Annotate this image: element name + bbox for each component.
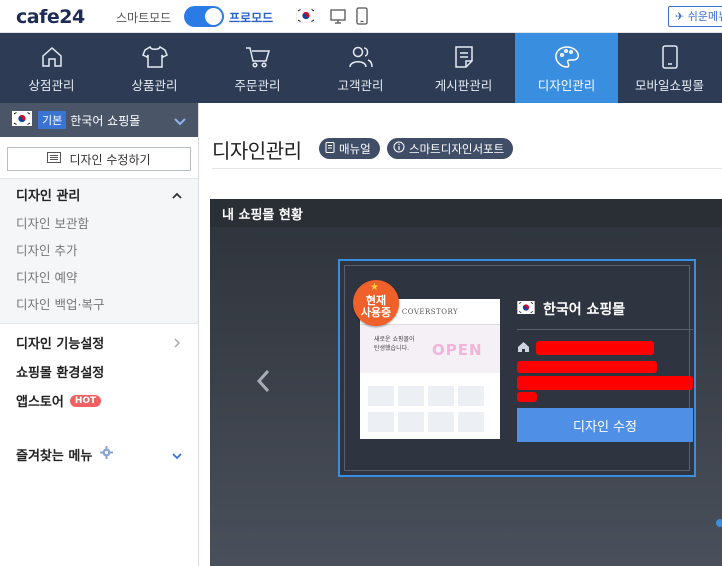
edit-icon: [47, 152, 62, 166]
design-modify-button[interactable]: 디자인 수정: [517, 408, 693, 442]
thumbnail-line-2: 탄생했습니다.: [374, 345, 410, 352]
toggle-knob: [205, 8, 222, 25]
nav-design[interactable]: 디자인관리: [515, 33, 618, 103]
cafe24-logo[interactable]: cafe24: [16, 6, 85, 28]
support-label: 스마트디자인서포트: [409, 141, 505, 156]
chevron-left-icon[interactable]: [256, 369, 270, 397]
gear-icon[interactable]: [100, 445, 114, 463]
sidebar: 기본 한국어 쇼핑몰 디자인 수정하기 디자인 관리 디자인 보관함 디자인 추…: [0, 103, 199, 566]
nav-products[interactable]: 상품관리: [103, 33, 206, 103]
nav-label: 상품관리: [131, 78, 178, 93]
nav-label: 디자인관리: [537, 78, 596, 93]
menu-shop-settings[interactable]: 쇼핑몰 환경설정: [0, 357, 198, 386]
nav-label: 게시판관리: [434, 78, 493, 93]
easy-menu-label: 쉬운메뉴: [687, 10, 722, 23]
current-design-card[interactable]: COVERSTORY 새로운 쇼핑몰이 탄생했습니다. OPEN ★ 현재 사용…: [338, 259, 696, 477]
hot-badge: HOT: [69, 394, 102, 407]
menu-design-reserve[interactable]: 디자인 예약: [0, 263, 198, 290]
nav-customers[interactable]: 고객관리: [309, 33, 412, 103]
card-inner: COVERSTORY 새로운 쇼핑몰이 탄생했습니다. OPEN ★ 현재 사용…: [344, 265, 693, 471]
manual-label: 매뉴얼: [339, 141, 371, 156]
smart-mode-label[interactable]: 스마트모드: [116, 9, 171, 26]
manual-button[interactable]: 매뉴얼: [319, 138, 380, 159]
nav-orders[interactable]: 주문관리: [206, 33, 309, 103]
title-divider: [212, 168, 722, 169]
book-icon: [325, 141, 335, 156]
shop-name: 한국어 쇼핑몰: [70, 113, 141, 128]
menu-app-store[interactable]: 앱스토어 HOT: [0, 386, 198, 415]
thumbnail-banner: 새로운 쇼핑몰이 탄생했습니다. OPEN: [360, 325, 500, 373]
redacted-address: [517, 361, 693, 402]
mobile-view-icon[interactable]: [356, 7, 368, 29]
thumbnail-product-grid: [366, 383, 494, 435]
star-icon: ★: [370, 282, 379, 293]
menu-design-backup[interactable]: 디자인 백업·복구: [0, 290, 198, 317]
board-icon: [453, 45, 475, 69]
thumbnail-line-1: 새로운 쇼핑몰이: [374, 336, 415, 343]
nav-store[interactable]: 상점관리: [0, 33, 103, 103]
users-icon: [348, 45, 374, 69]
chevron-down-icon: [172, 449, 182, 464]
favorites-label: 즐겨찾는 메뉴: [16, 448, 93, 464]
design-manage-heading[interactable]: 디자인 관리: [0, 179, 198, 209]
info-divider: [517, 329, 693, 330]
content-area: 디자인관리 매뉴얼 스마트디자인서포트 내 쇼핑몰 현황 COVERSTORY …: [200, 103, 722, 566]
shirt-icon: [141, 45, 168, 69]
design-menu-section: 디자인 관리 디자인 보관함 디자인 추가 디자인 예약 디자인 백업·복구: [0, 178, 198, 324]
menu-label: 쇼핑몰 환경설정: [16, 366, 105, 381]
palette-icon: [554, 45, 580, 69]
nav-label: 상점관리: [28, 78, 75, 93]
my-shop-status-panel: 내 쇼핑몰 현황 COVERSTORY 새로운 쇼핑몰이 탄생했습니다. OPE…: [210, 199, 722, 566]
nav-label: 주문관리: [234, 78, 281, 93]
menu-design-add[interactable]: 디자인 추가: [0, 236, 198, 263]
pc-view-icon[interactable]: [330, 9, 346, 28]
nav-label: 모바일쇼핑몰: [634, 78, 704, 93]
design-manage-label: 디자인 관리: [16, 188, 81, 204]
default-badge: 기본: [38, 111, 67, 129]
korea-flag-icon: [517, 300, 535, 318]
smart-design-support-button[interactable]: 스마트디자인서포트: [387, 138, 514, 159]
chevron-down-icon: [174, 115, 186, 129]
shop-selector[interactable]: 기본 한국어 쇼핑몰: [0, 103, 198, 137]
favorites-menu[interactable]: 즐겨찾는 메뉴: [0, 439, 198, 469]
top-bar: cafe24 스마트모드 프로모드 ✈ 쉬운메뉴: [0, 0, 722, 33]
card-shop-name: 한국어 쇼핑몰: [517, 299, 693, 319]
currently-used-badge: ★ 현재 사용중: [353, 280, 399, 326]
thumbnail-open: OPEN: [432, 341, 483, 359]
menu-design-function[interactable]: 디자인 기능설정: [0, 328, 198, 357]
design-edit-label: 디자인 수정하기: [69, 152, 151, 167]
card-shop-name-text: 한국어 쇼핑몰: [543, 302, 626, 318]
home-icon: [40, 45, 64, 69]
pro-mode-label[interactable]: 프로모드: [229, 9, 273, 26]
main-nav: 상점관리 상품관리 주문관리 고객관리 게시판관리 디자인관리 모바일쇼핑몰: [0, 33, 722, 103]
nav-mobile[interactable]: 모바일쇼핑몰: [618, 33, 721, 103]
shop-info: 한국어 쇼핑몰: [517, 299, 693, 402]
mobile-icon: [661, 45, 679, 69]
carousel-dot[interactable]: [716, 519, 722, 527]
cart-icon: [245, 45, 271, 69]
badge-line-2: 사용중: [360, 306, 392, 319]
korea-flag-icon: [12, 111, 32, 129]
mode-toggle[interactable]: [184, 6, 224, 27]
design-edit-button[interactable]: 디자인 수정하기: [7, 147, 191, 171]
nav-label: 고객관리: [337, 78, 384, 93]
easy-menu-button[interactable]: ✈ 쉬운메뉴: [668, 6, 722, 27]
shop-url-row: [517, 338, 693, 357]
chevron-up-icon: [172, 188, 182, 203]
menu-label: 디자인 기능설정: [16, 337, 105, 352]
info-icon: [393, 141, 405, 156]
page-title: 디자인관리: [212, 139, 302, 163]
nav-board[interactable]: 게시판관리: [412, 33, 515, 103]
redacted-url: [536, 340, 654, 355]
menu-label: 앱스토어: [16, 395, 64, 410]
korea-flag-icon[interactable]: [295, 7, 317, 27]
panel-title: 내 쇼핑몰 현황: [210, 199, 722, 227]
thumbnail-banner-text: 새로운 쇼핑몰이 탄생했습니다.: [374, 335, 415, 353]
menu-design-storage[interactable]: 디자인 보관함: [0, 209, 198, 236]
chevron-right-icon: [174, 337, 181, 352]
home-icon: [517, 338, 530, 357]
